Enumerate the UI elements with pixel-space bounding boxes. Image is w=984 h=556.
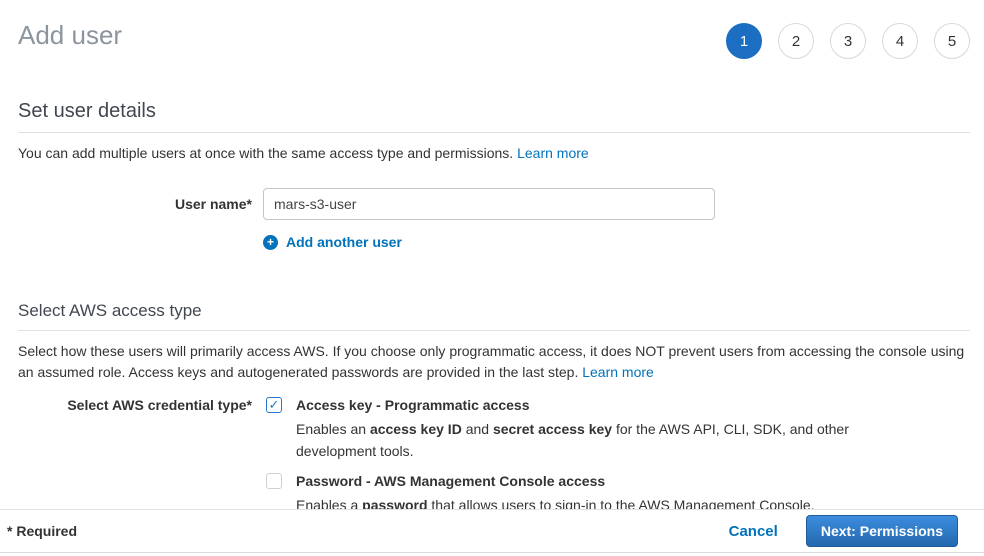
option-title[interactable]: Access key - Programmatic access: [296, 396, 851, 414]
option-description: Enables an access key ID and secret acce…: [296, 418, 851, 462]
user-name-input[interactable]: [263, 188, 715, 220]
section-title: Set user details: [18, 99, 970, 123]
section-description: Select how these users will primarily ac…: [18, 341, 970, 383]
option-title[interactable]: Password - AWS Management Console access: [296, 472, 815, 490]
step-number: 4: [896, 33, 904, 50]
step-indicator-2: 2: [778, 23, 814, 59]
credential-type-row: Select AWS credential type* ✓ Access key…: [0, 396, 984, 516]
wizard-footer: * Required Cancel Next: Permissions: [0, 509, 984, 553]
page-title: Add user: [18, 20, 122, 50]
option-access-key: ✓ Access key - Programmatic access Enabl…: [266, 396, 851, 462]
step-number: 1: [740, 33, 748, 50]
next-permissions-button[interactable]: Next: Permissions: [806, 515, 958, 547]
step-indicator-1: 1: [726, 23, 762, 59]
desc-part: and: [462, 421, 493, 437]
required-note: * Required: [7, 523, 77, 539]
user-name-label: User name*: [18, 188, 252, 220]
credential-type-label: Select AWS credential type*: [18, 396, 252, 516]
step-number: 3: [844, 33, 852, 50]
add-another-user-label: Add another user: [286, 234, 402, 250]
section-heading-wrap: Set user details: [18, 99, 970, 133]
step-number: 2: [792, 33, 800, 50]
desc-part: Enables an: [296, 421, 370, 437]
password-checkbox[interactable]: [266, 473, 282, 489]
user-name-row: User name*: [0, 188, 984, 220]
step-indicator-3: 3: [830, 23, 866, 59]
wizard-steps: 1 2 3 4 5: [726, 23, 970, 59]
page-header: Add user 1 2 3 4 5: [0, 0, 984, 59]
plus-circle-icon: +: [263, 235, 278, 250]
access-key-checkbox[interactable]: ✓: [266, 397, 282, 413]
description-text: Select how these users will primarily ac…: [18, 343, 964, 380]
description-text: You can add multiple users at once with …: [18, 145, 517, 161]
desc-part-bold: secret access key: [493, 421, 612, 437]
add-another-user-button[interactable]: + Add another user: [263, 234, 984, 250]
section-heading-wrap: Select AWS access type: [18, 300, 970, 331]
section-description: You can add multiple users at once with …: [18, 143, 970, 164]
learn-more-link[interactable]: Learn more: [582, 364, 654, 380]
step-indicator-4: 4: [882, 23, 918, 59]
desc-part-bold: access key ID: [370, 421, 462, 437]
section-access-type: Select AWS access type Select how these …: [0, 300, 984, 383]
learn-more-link[interactable]: Learn more: [517, 145, 589, 161]
add-user-page: Add user 1 2 3 4 5 Set user details You …: [0, 0, 984, 556]
section-title: Select AWS access type: [18, 300, 970, 321]
option-content: Access key - Programmatic access Enables…: [296, 396, 851, 462]
cancel-button[interactable]: Cancel: [729, 523, 778, 540]
section-set-user-details: Set user details You can add multiple us…: [0, 99, 984, 164]
step-number: 5: [948, 33, 956, 50]
credential-options: ✓ Access key - Programmatic access Enabl…: [266, 396, 851, 516]
step-indicator-5: 5: [934, 23, 970, 59]
